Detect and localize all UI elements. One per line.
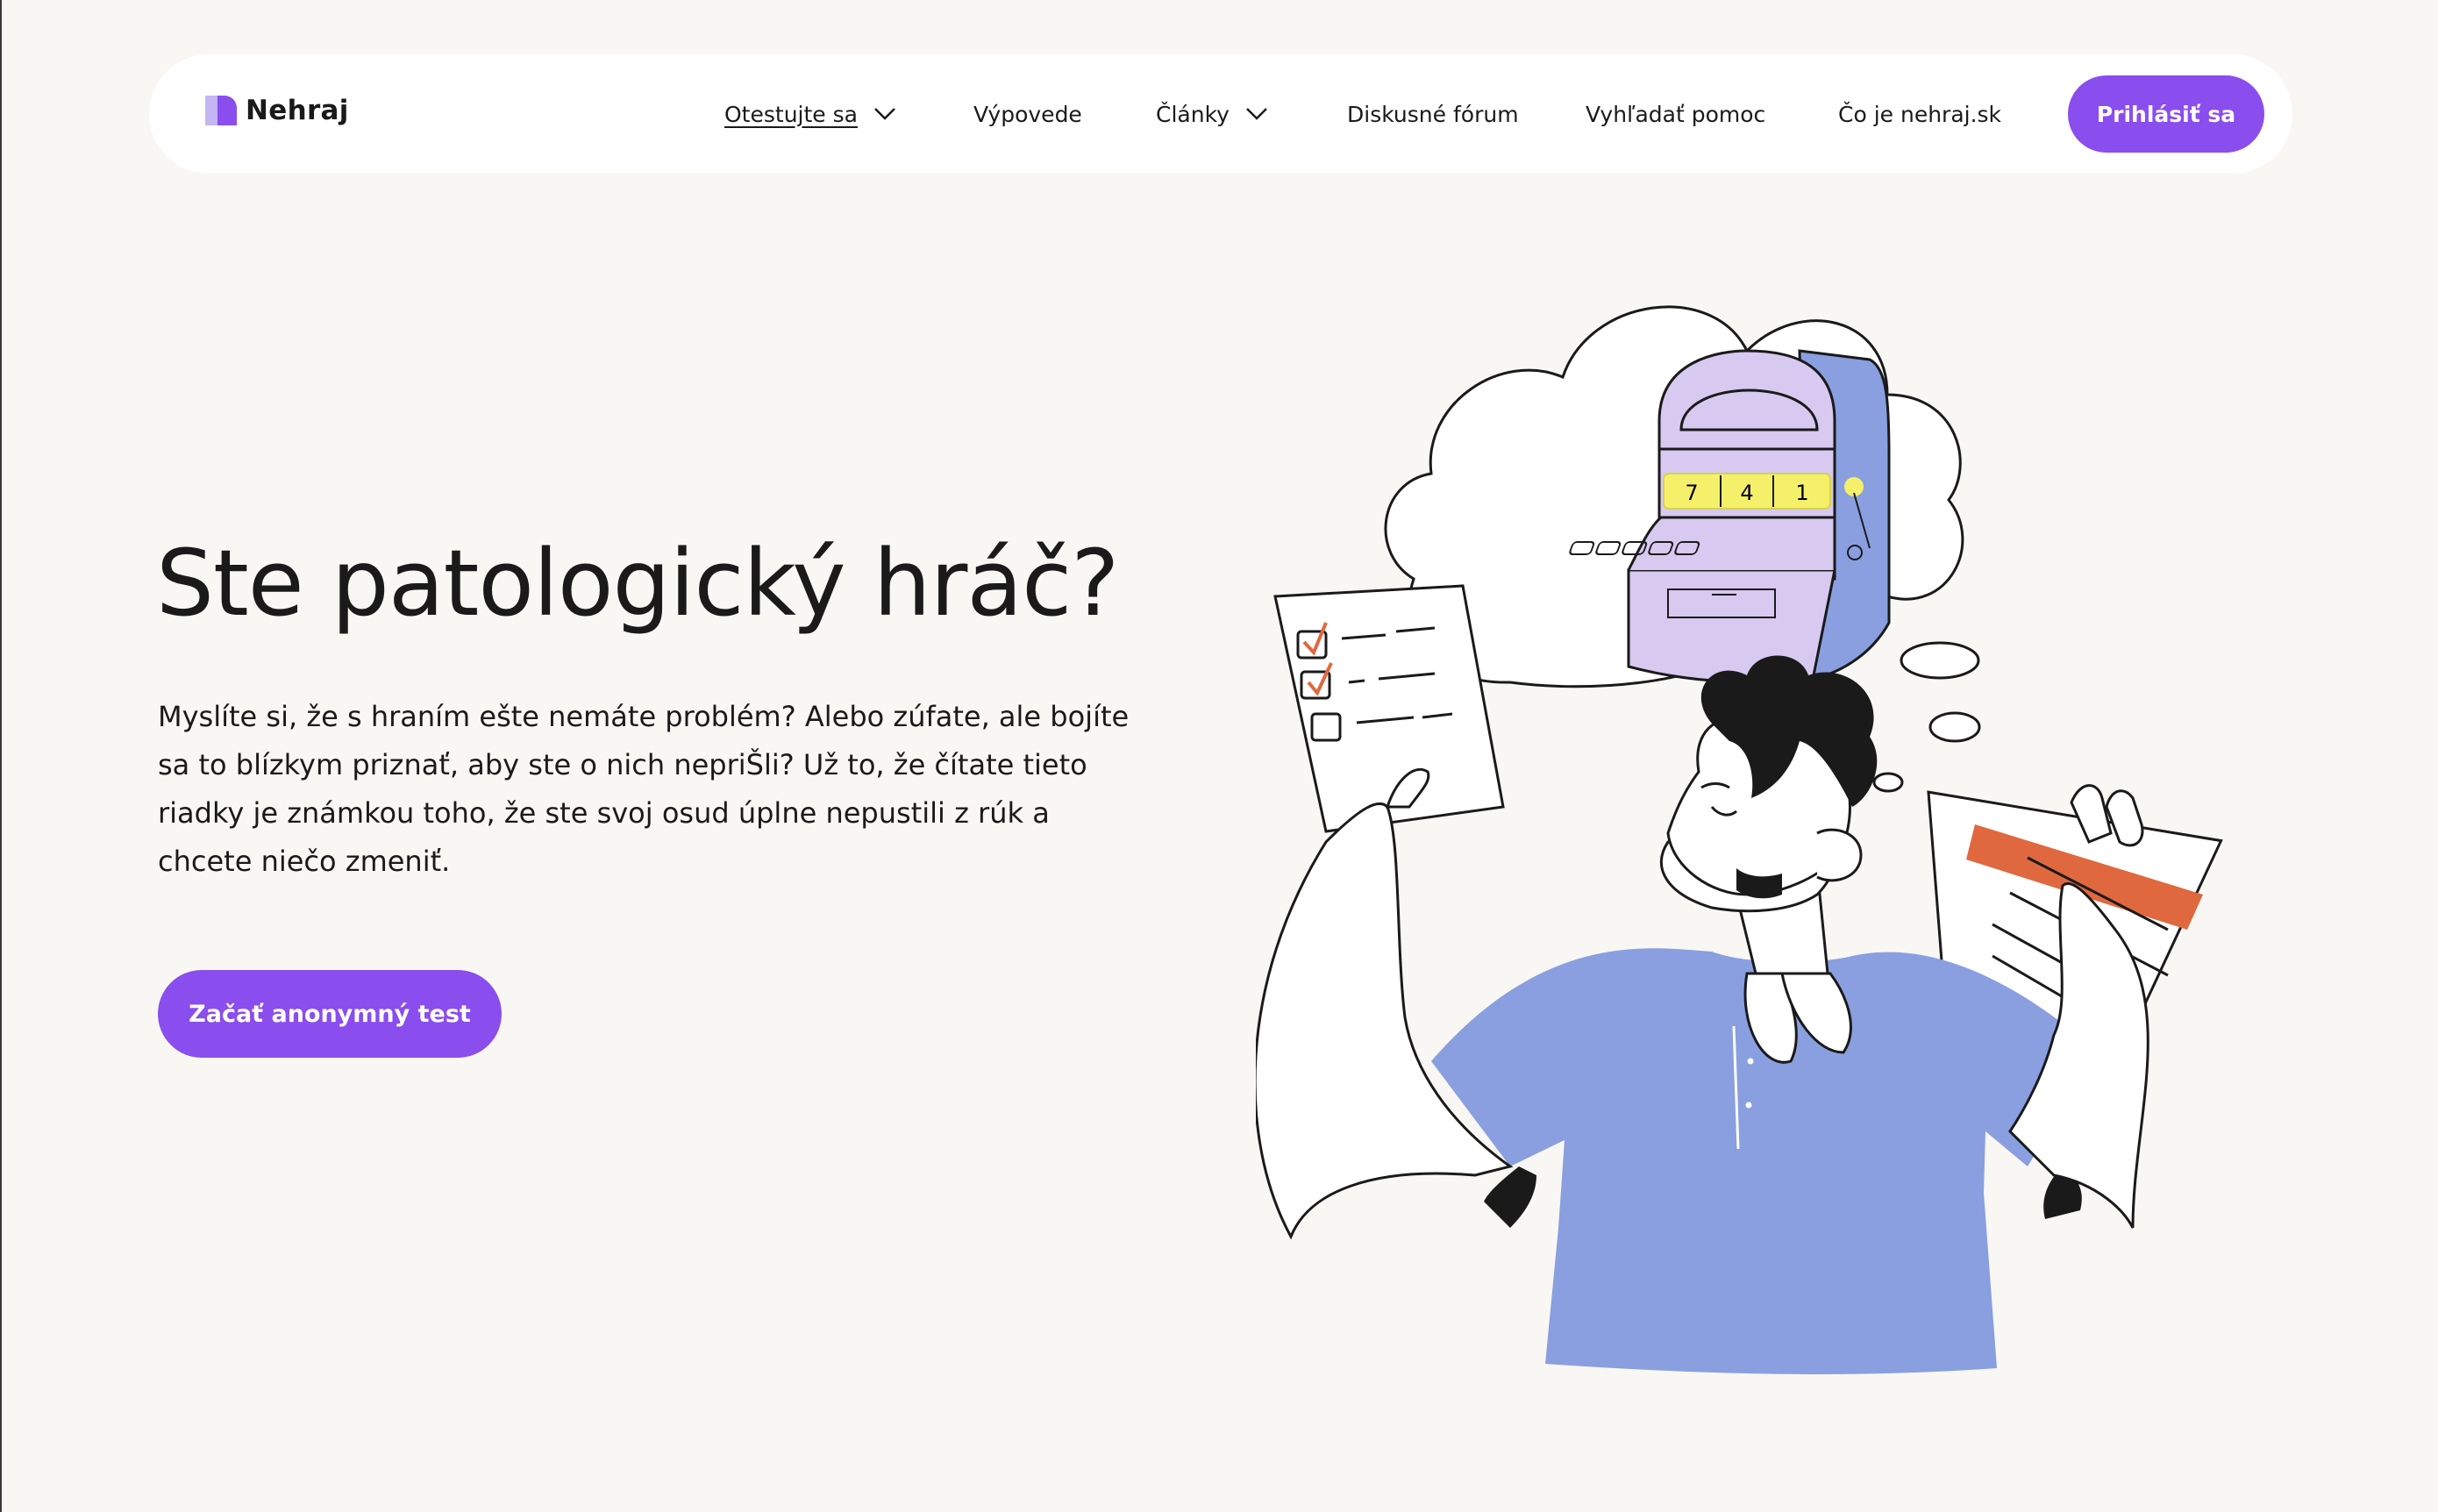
nav-item-diskusne-forum[interactable]: Diskusné fórum xyxy=(1347,54,1519,174)
start-test-button[interactable]: Začať anonymný test xyxy=(158,970,502,1058)
nav-item-label: Diskusné fórum xyxy=(1347,101,1519,127)
hero-description: Myslíte si, že s hraním ešte nemáte prob… xyxy=(158,700,1130,878)
chevron-down-icon xyxy=(874,108,895,120)
slot-digit: 4 xyxy=(1740,481,1753,505)
slot-digit: 1 xyxy=(1795,481,1808,505)
nav-item-label: Články xyxy=(1156,101,1230,127)
nav-item-label: Výpovede xyxy=(973,101,1082,127)
nav-item-label: Otestujte sa xyxy=(724,101,858,127)
hero-illustration: 7 4 1 xyxy=(1256,305,2223,1374)
nav-item-vypovede[interactable]: Výpovede xyxy=(973,54,1082,174)
login-button[interactable]: Prihlásiť sa xyxy=(2068,75,2264,153)
nav-item-label: Čo je nehraj.sk xyxy=(1838,101,2002,127)
nav-item-label: Vyhľadať pomoc xyxy=(1586,101,1766,127)
nav-item-vyhladat-pomoc[interactable]: Vyhľadať pomoc xyxy=(1586,54,1765,174)
checklist-paper xyxy=(1273,584,1505,833)
nav-item-co-je-nehraj[interactable]: Čo je nehraj.sk xyxy=(1838,54,2001,174)
top-navbar: Nehraj Otestujte sa Výpovede Články Disk… xyxy=(149,54,2292,174)
chevron-down-icon xyxy=(1246,108,1267,120)
nav-item-otestujte-sa[interactable]: Otestujte sa xyxy=(724,54,896,174)
slot-digit: 7 xyxy=(1685,481,1698,505)
nav-item-clanky[interactable]: Články xyxy=(1156,54,1268,174)
nav-links: Otestujte sa Výpovede Články Diskusné fó… xyxy=(149,54,2292,174)
page-title: Ste patologický hráč? xyxy=(156,530,1120,637)
